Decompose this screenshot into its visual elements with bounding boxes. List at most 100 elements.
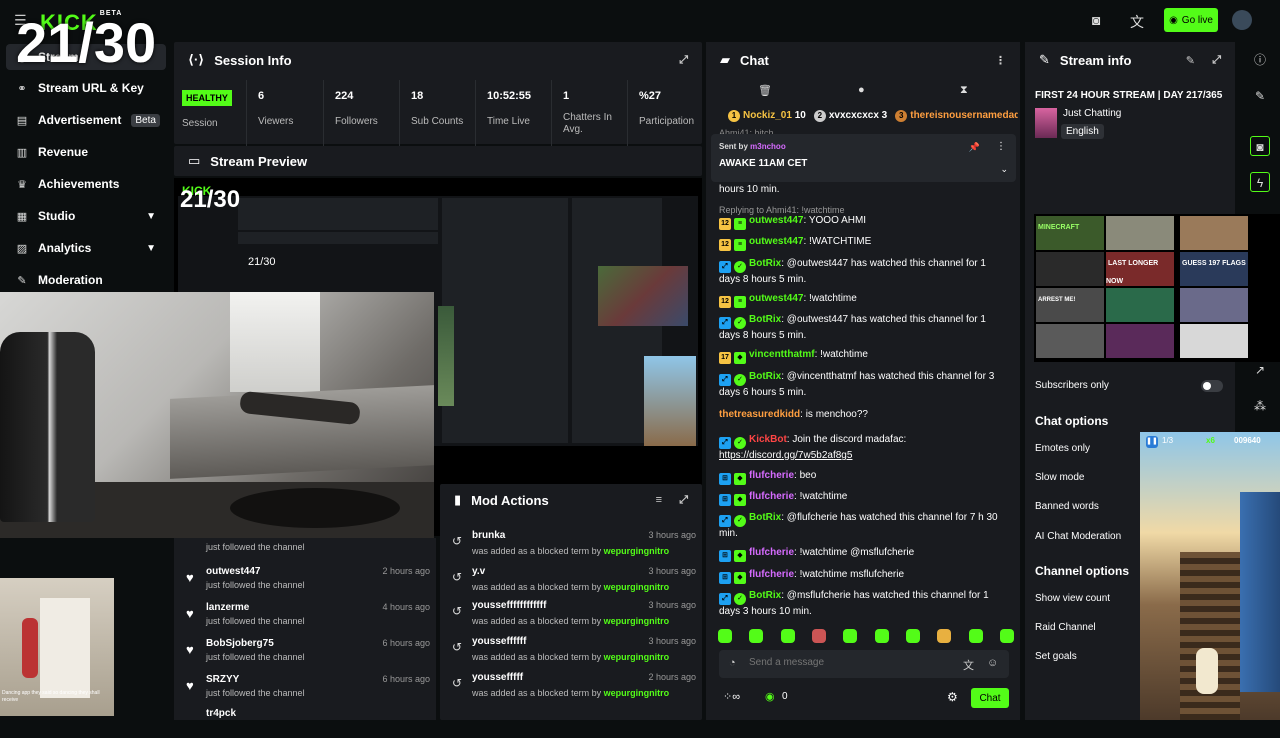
translate-icon[interactable]: 文: [963, 657, 974, 673]
chat-username[interactable]: outwest447: [749, 236, 803, 247]
sidebar-item-moderation[interactable]: ✎ Moderation: [6, 267, 166, 293]
hourglass-icon[interactable]: ⧗: [960, 84, 968, 97]
sidebar-item-advertisement[interactable]: ▤ Advertisement Beta: [6, 107, 166, 133]
pin-icon[interactable]: 📌: [969, 142, 980, 153]
emote-icon[interactable]: [999, 629, 1014, 643]
follower-row[interactable]: ♥ SRZYY just followed the channel 6 hours a…: [186, 672, 430, 704]
sidebar-item-analytics[interactable]: ▨ Analytics ▼: [6, 235, 166, 261]
mod-action-row[interactable]: ↺ brunka was added as a blocked term by we…: [452, 528, 696, 562]
chat-username[interactable]: KickBot: [749, 434, 787, 445]
translate-icon[interactable]: 文: [1130, 12, 1144, 32]
chat-message[interactable]: thetreasuredkidd: is menchoo??: [719, 408, 1009, 422]
chat-message[interactable]: ⤢ ✓ BotRix: @flufcherie has watched this c…: [719, 511, 1009, 541]
sidebar-item-studio[interactable]: ▦ Studio ▼: [6, 203, 166, 229]
sidebar-item-achievements[interactable]: ♛ Achievements: [6, 171, 166, 197]
top-chatter[interactable]: 2 xvxcxcxcx 3: [813, 110, 887, 126]
chat-message[interactable]: 12 ≡ outwest447: !WATCHTIME: [719, 235, 1009, 251]
emote-icon[interactable]: [937, 629, 952, 643]
sidebar-item-revenue[interactable]: ▥ Revenue: [6, 139, 166, 165]
emote-icon[interactable]: [811, 629, 826, 643]
expand-icon[interactable]: ⤢: [679, 494, 688, 507]
top-chatter[interactable]: 1 Nockiz_01 10: [728, 110, 806, 126]
option-banned-words[interactable]: Banned words: [1035, 501, 1099, 512]
chat-username[interactable]: outwest447: [749, 293, 803, 304]
pencil-icon[interactable]: ✎: [1250, 86, 1270, 106]
chat-message[interactable]: 12 ≡ outwest447: YOOO AHMI: [719, 214, 1009, 230]
emote-icon[interactable]: [874, 629, 889, 643]
more-icon[interactable]: ⋮: [996, 141, 1006, 152]
avatar[interactable]: [1232, 10, 1252, 30]
trash-icon[interactable]: 🗑: [758, 84, 772, 97]
chat-message[interactable]: ⤢ ✓ KickBot: Join the discord madafac: htt…: [719, 433, 1009, 463]
chat-message[interactable]: 17 ◆ vincentthatmf: !watchtime: [719, 348, 1009, 364]
stream-category[interactable]: Just Chatting: [1063, 108, 1121, 119]
chat-input-box[interactable]: ◔ 文 ☺: [719, 650, 1009, 678]
chat-username[interactable]: flufcherie: [749, 569, 794, 580]
chevron-down-icon[interactable]: ⌄: [1000, 164, 1008, 175]
chat-message[interactable]: ⤢ ✓ BotRix: @outwest447 has watched this c…: [719, 257, 1009, 287]
go-live-button[interactable]: ◉ Go live: [1164, 8, 1218, 32]
chat-username[interactable]: BotRix: [749, 590, 781, 601]
users-icon[interactable]: ⁘∞: [723, 690, 740, 703]
chat-message[interactable]: ⊞ ◆ flufcherie: !watchtime: [719, 490, 1009, 506]
camera-icon[interactable]: ◙: [1250, 136, 1270, 156]
discord-link[interactable]: https://discord.gg/7w5b2af8g5: [719, 450, 852, 461]
chat-message[interactable]: 12 ≡ outwest447: !watchtime: [719, 292, 1009, 308]
option-emotes-only[interactable]: Emotes only: [1035, 443, 1090, 454]
follower-row[interactable]: ♥ outwest447 just followed the channel 2 ho…: [186, 564, 430, 596]
more-icon[interactable]: ⋮: [995, 54, 1006, 67]
chat-username[interactable]: BotRix: [749, 371, 781, 382]
chat-username[interactable]: thetreasuredkidd: [719, 409, 800, 420]
chat-message[interactable]: ⊞ ◆ flufcherie: beo: [719, 469, 1009, 485]
chat-username[interactable]: BotRix: [749, 258, 781, 269]
mod-action-row[interactable]: ↺ yousseffffff was added as a blocked term…: [452, 634, 696, 668]
gear-icon[interactable]: ⚙: [947, 690, 958, 704]
option-set-goals[interactable]: Set goals: [1035, 651, 1077, 662]
chat-username[interactable]: BotRix: [749, 512, 781, 523]
emoji-icon[interactable]: ☺: [987, 657, 998, 669]
emote-icon[interactable]: [843, 629, 858, 643]
camera-icon[interactable]: ◙: [1092, 12, 1100, 28]
emote-icon[interactable]: [905, 629, 920, 643]
emote-icon[interactable]: [749, 629, 764, 643]
edit-icon[interactable]: ✎: [1186, 54, 1195, 67]
mod-action-row[interactable]: ↺ yousseffffffffffff was added as a blocke…: [452, 598, 696, 632]
bubble-icon[interactable]: ●: [858, 84, 865, 96]
chat-username[interactable]: BotRix: [749, 314, 781, 325]
option-show-view-count[interactable]: Show view count: [1035, 593, 1110, 604]
follower-row[interactable]: ♥ lanzerme just followed the channel 4 hour…: [186, 600, 430, 632]
chat-username[interactable]: flufcherie: [749, 470, 794, 481]
chat-username[interactable]: flufcherie: [749, 547, 794, 558]
option-ai-moderation[interactable]: AI Chat Moderation: [1035, 531, 1121, 542]
info-icon[interactable]: ⓘ: [1250, 50, 1270, 70]
chat-message[interactable]: ⊞ ◆ flufcherie: !watchtime @msflufcherie: [719, 546, 1009, 562]
mod-action-row[interactable]: ↺ y.v was added as a blocked term by wepur…: [452, 564, 696, 598]
expand-icon[interactable]: ⤢: [679, 54, 688, 67]
chat-send-button[interactable]: Chat: [971, 688, 1009, 708]
chat-message[interactable]: ⤢ ✓ BotRix: @vincentthatmf has watched thi…: [719, 370, 1009, 400]
nodes-icon[interactable]: ⁂: [1250, 396, 1270, 416]
filter-icon[interactable]: ≡: [656, 494, 662, 506]
mod-action-row[interactable]: ↺ youssefffff was added as a blocked term …: [452, 670, 696, 704]
emote-icon[interactable]: [718, 629, 732, 643]
chat-username[interactable]: flufcherie: [749, 491, 794, 502]
emote-icon[interactable]: [968, 629, 983, 643]
bolt-icon[interactable]: ϟ: [1250, 172, 1270, 192]
pinned-message[interactable]: Sent by m3nchoo AWAKE 11AM CET 📌 ⋮ ⌄: [711, 134, 1016, 182]
chat-message[interactable]: ⤢ ✓ BotRix: @outwest447 has watched this c…: [719, 313, 1009, 343]
follower-row[interactable]: ♥ BobSjoberg75 just followed the channel 6 …: [186, 636, 430, 668]
subscribers-only-toggle[interactable]: [1201, 380, 1223, 392]
sidebar-item-stream-url[interactable]: ⚭ Stream URL & Key: [6, 75, 166, 101]
chat-username[interactable]: outwest447: [749, 215, 803, 226]
emote-icon[interactable]: [780, 629, 795, 643]
follower-row[interactable]: tr4pck: [186, 706, 430, 738]
top-chatter[interactable]: 3 thereisnousernamedada: [895, 110, 1018, 126]
option-raid-channel[interactable]: Raid Channel: [1035, 622, 1096, 633]
arrow-icon[interactable]: ↗: [1250, 360, 1270, 380]
expand-icon[interactable]: ⤢: [1212, 54, 1221, 67]
chat-input[interactable]: [749, 657, 949, 668]
chat-username[interactable]: vincentthatmf: [749, 349, 815, 360]
chat-message[interactable]: ⊞ ◆ flufcherie: !watchtime msflufcherie: [719, 568, 1009, 584]
chat-message[interactable]: ⤢ ✓ BotRix: @msflufcherie has watched this…: [719, 589, 1009, 619]
option-slow-mode[interactable]: Slow mode: [1035, 472, 1084, 483]
